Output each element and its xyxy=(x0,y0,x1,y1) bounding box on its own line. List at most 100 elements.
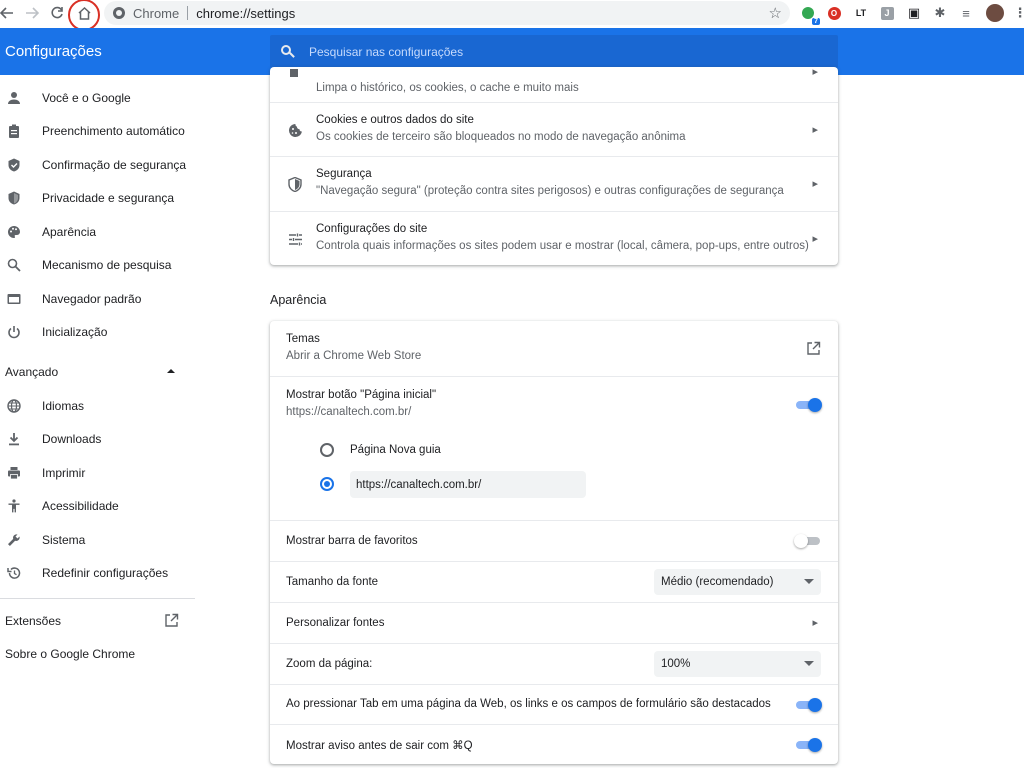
omnibox-url[interactable]: chrome://settings xyxy=(196,6,295,21)
sidebar-item-extensions[interactable]: Extensões xyxy=(0,606,200,636)
shield-icon xyxy=(6,190,22,206)
person-icon xyxy=(6,90,22,106)
site-settings-row[interactable]: Configurações do site Controla quais inf… xyxy=(270,211,838,265)
menu-dots-icon[interactable]: ⋮ xyxy=(1012,5,1024,21)
sidebar-item-label: Privacidade e segurança xyxy=(42,191,175,205)
omnibox[interactable]: Chrome chrome://settings ☆ xyxy=(104,1,790,25)
power-icon xyxy=(6,324,22,340)
omnibox-separator xyxy=(187,6,189,20)
puzzle-extensions-icon[interactable]: ✱ xyxy=(932,5,948,21)
sidebar-item-appearance[interactable]: Aparência xyxy=(0,217,200,247)
opera-style-extension-icon[interactable]: O xyxy=(826,5,842,21)
extensions-label: Extensões xyxy=(5,614,62,628)
chevron-right-icon: ▸ xyxy=(812,617,818,629)
chevron-down-icon xyxy=(804,661,814,666)
back-arrow-icon[interactable] xyxy=(0,2,18,24)
home-button-title: Mostrar botão "Página inicial" xyxy=(286,389,437,401)
sidebar-item-label: Confirmação de segurança xyxy=(42,158,187,172)
customize-fonts-label: Personalizar fontes xyxy=(286,617,385,629)
home-button-toggle[interactable] xyxy=(794,398,822,412)
open-in-new-icon[interactable] xyxy=(806,341,821,361)
globe-icon xyxy=(6,398,22,414)
profile-avatar[interactable] xyxy=(986,4,1004,22)
font-size-label: Tamanho da fonte xyxy=(286,576,379,588)
trash-icon xyxy=(290,69,298,77)
settings-main: Limpa o histórico, os cookies, o cache e… xyxy=(270,66,838,768)
row-subtitle: Os cookies de terceiro são bloqueados no… xyxy=(316,131,686,143)
sidebar-item-label: Acessibilidade xyxy=(42,499,119,513)
green-extension-icon[interactable]: 7 xyxy=(800,5,820,25)
forward-arrow-icon[interactable] xyxy=(21,2,43,24)
sidebar-item-accessibility[interactable]: Acessibilidade xyxy=(0,491,200,521)
reload-icon[interactable] xyxy=(46,2,68,24)
sidebar-item-label: Você e o Google xyxy=(42,91,131,105)
chevron-right-icon: ▸ xyxy=(812,124,818,136)
about-chrome-label: Sobre o Google Chrome xyxy=(5,647,136,661)
download-icon xyxy=(6,431,22,447)
home-url-input[interactable] xyxy=(350,471,586,498)
sidebar-item-languages[interactable]: Idiomas xyxy=(0,391,200,421)
bookmark-star-icon[interactable]: ☆ xyxy=(769,4,782,22)
clear-browsing-data-row[interactable]: Limpa o histórico, os cookies, o cache e… xyxy=(270,66,838,102)
sidebar-item-label: Preenchimento automático xyxy=(42,124,185,138)
security-row[interactable]: Segurança "Navegação segura" (proteção c… xyxy=(270,156,838,211)
privacy-card: Limpa o histórico, os cookies, o cache e… xyxy=(270,66,838,265)
sidebar-item-label: Mecanismo de pesquisa xyxy=(42,258,172,272)
sidebar-item-search-engine[interactable]: Mecanismo de pesquisa xyxy=(0,250,200,280)
search-icon xyxy=(6,257,22,273)
row-subtitle: Limpa o histórico, os cookies, o cache e… xyxy=(316,82,579,94)
sidebar-item-downloads[interactable]: Downloads xyxy=(0,424,200,454)
sidebar-item-default-browser[interactable]: Navegador padrão xyxy=(0,284,200,314)
row-subtitle: Controla quais informações os sites pode… xyxy=(316,240,809,252)
sidebar-item-label: Sistema xyxy=(42,533,86,547)
sidebar-item-label: Imprimir xyxy=(42,466,86,480)
j-extension-icon[interactable]: J xyxy=(879,5,895,21)
sidebar-item-system[interactable]: Sistema xyxy=(0,525,200,555)
omnibox-site-name: Chrome xyxy=(133,5,180,21)
radio-custom-url[interactable] xyxy=(320,477,334,491)
sidebar-item-about-chrome[interactable]: Sobre o Google Chrome xyxy=(0,639,200,669)
page-zoom-select[interactable]: 100% xyxy=(654,651,821,677)
bookmarks-bar-toggle[interactable] xyxy=(794,534,822,548)
sidebar-item-you-and-google[interactable]: Você e o Google xyxy=(0,83,200,113)
cookies-row[interactable]: Cookies e outros dados do site Os cookie… xyxy=(270,102,838,156)
lt-extension-icon[interactable]: LT xyxy=(853,5,869,21)
home-button-highlight-circle xyxy=(68,0,100,31)
search-input[interactable] xyxy=(309,44,809,59)
themes-row[interactable]: Temas Abrir a Chrome Web Store xyxy=(270,321,838,376)
bookmarks-bar-row: Mostrar barra de favoritos xyxy=(270,520,838,561)
quit-warning-toggle[interactable] xyxy=(794,738,822,752)
sidebar-item-autofill[interactable]: Preenchimento automático xyxy=(0,116,200,146)
restore-icon xyxy=(6,565,22,581)
page-zoom-label: Zoom da página: xyxy=(286,658,373,670)
printer-icon xyxy=(6,465,22,481)
palette-icon xyxy=(6,224,22,240)
row-title: Segurança xyxy=(316,168,372,180)
home-button-subtitle: https://canaltech.com.br/ xyxy=(286,406,412,418)
quit-warning-row: Mostrar aviso antes de sair com ⌘Q xyxy=(270,724,838,764)
tab-highlight-toggle[interactable] xyxy=(794,698,822,712)
search-icon xyxy=(281,44,295,59)
browser-toolbar: Chrome chrome://settings ☆ 7 O LT J ▣ ✱ … xyxy=(0,0,1024,31)
sidebar-item-label: Aparência xyxy=(42,225,97,239)
extension-badge: 7 xyxy=(812,18,820,25)
sidebar-item-on-startup[interactable]: Inicialização xyxy=(0,317,200,347)
shield-check-icon xyxy=(6,157,22,173)
quit-warning-label: Mostrar aviso antes de sair com ⌘Q xyxy=(286,740,473,752)
media-queue-icon[interactable]: ≡ xyxy=(958,5,974,21)
sidebar-item-privacy[interactable]: Privacidade e segurança xyxy=(0,183,200,213)
appearance-section-title: Aparência xyxy=(270,293,327,307)
sidebar-item-label: Inicialização xyxy=(42,325,108,339)
sidebar-item-printing[interactable]: Imprimir xyxy=(0,458,200,488)
font-size-select[interactable]: Médio (recomendado) xyxy=(654,569,821,595)
settings-search-box[interactable] xyxy=(270,35,838,68)
sidebar-advanced-toggle[interactable]: Avançado xyxy=(0,357,200,387)
picture-in-picture-icon[interactable]: ▣ xyxy=(906,5,922,21)
advanced-label: Avançado xyxy=(5,365,59,379)
sidebar-item-label: Navegador padrão xyxy=(42,292,142,306)
customize-fonts-row[interactable]: Personalizar fontes ▸ xyxy=(270,602,838,643)
sidebar-item-reset-settings[interactable]: Redefinir configurações xyxy=(0,558,200,588)
sidebar-item-safety-check[interactable]: Confirmação de segurança xyxy=(0,150,200,180)
radio-new-tab-page[interactable] xyxy=(320,443,334,457)
font-size-value: Médio (recomendado) xyxy=(661,576,774,588)
